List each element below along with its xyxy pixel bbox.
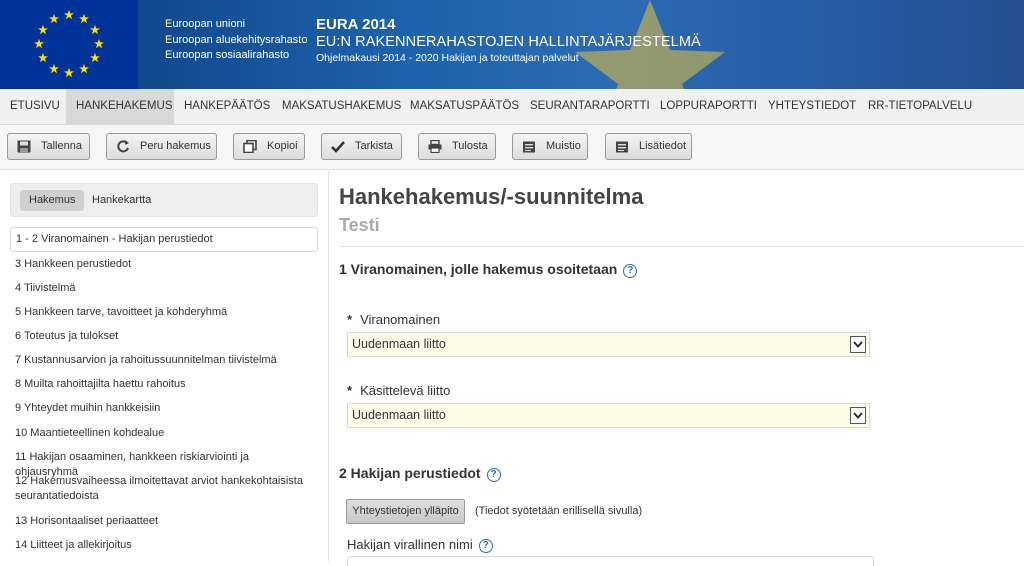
copy-button[interactable]: Kopioi [233, 133, 305, 160]
memo-label: Muistio [546, 140, 581, 152]
handler-select-value: Uudenmaan liitto [352, 408, 446, 422]
nav-maksatuspaatos[interactable]: MAKSATUSPÄÄTÖS [400, 89, 529, 125]
sidebar-item-8[interactable]: 8 Muilta rahoittajilta haettu rahoitus [10, 377, 318, 392]
section-1-title: 1 Viranomainen, jolle hakemus osoitetaan… [339, 261, 638, 278]
memo-button[interactable]: Muistio [512, 133, 588, 160]
system-branding: EURA 2014 EU:N RAKENNERAHASTOJEN HALLINT… [316, 16, 701, 65]
fund-erdf: Euroopan aluekehitysrahasto [165, 33, 308, 46]
sidebar-item-7[interactable]: 7 Kustannusarvion ja rahoitussuunnitelma… [10, 353, 318, 368]
sidebar-item-4[interactable]: 4 Tiivistelmä [10, 281, 318, 296]
nav-etusivu[interactable]: ETUSIVU [0, 89, 70, 125]
sidebar-item-10[interactable]: 10 Maantieteellinen kohdealue [10, 426, 318, 441]
cancel-application-button[interactable]: Peru hakemus [106, 133, 217, 160]
save-label: Tallenna [41, 140, 82, 152]
section-2-label: 2 Hakijan perustiedot [339, 465, 481, 481]
contact-note: (Tiedot syötetään erillisellä sivulla) [475, 505, 643, 517]
official-name-input[interactable] [347, 556, 874, 566]
handler-label: * Käsittelevä liitto [347, 383, 450, 398]
main-content: Hankehakemus/-suunnitelma Testi 1 Virano… [330, 171, 1024, 566]
printer-icon [428, 140, 442, 153]
authority-label: * Viranomainen [347, 312, 440, 327]
handler-label-text: Käsittelevä liitto [360, 383, 451, 398]
chevron-down-icon[interactable] [850, 407, 866, 424]
page-subtitle: Testi [339, 215, 380, 235]
required-marker: * [347, 312, 353, 327]
contact-info-button[interactable]: Yhteystietojen ylläpito [346, 499, 465, 524]
help-icon[interactable]: ? [478, 539, 493, 553]
notepad-icon [523, 141, 535, 153]
authority-select-value: Uudenmaan liitto [352, 337, 446, 351]
nav-rr-tietopalvelu[interactable]: RR-TIETOPALVELU [858, 89, 982, 125]
cancel-application-label: Peru hakemus [140, 140, 211, 152]
sidebar-item-14[interactable]: 14 Liitteet ja allekirjoitus [10, 538, 318, 553]
sidebar-item-6[interactable]: 6 Toteutus ja tulokset [10, 329, 318, 344]
tab-hankekartta[interactable]: Hankekartta [83, 190, 160, 211]
system-subtitle: Ohjelmakausi 2014 - 2020 Hakijan ja tote… [316, 52, 579, 64]
funds-list: Euroopan unioni Euroopan aluekehitysraha… [165, 17, 307, 64]
sidebar-item-5[interactable]: 5 Hankkeen tarve, tavoitteet ja kohderyh… [10, 305, 318, 320]
action-toolbar: Tallenna Peru hakemus Kopioi Tarkista Tu… [0, 125, 1024, 170]
check-label: Tarkista [355, 140, 393, 152]
main-nav: ETUSIVU HANKEHAKEMUS HANKEPÄÄTÖS MAKSATU… [0, 89, 1024, 125]
authority-label-text: Viranomainen [360, 312, 441, 327]
sidebar-item-12[interactable]: 12 Hakemusvaiheessa ilmoitettavat arviot… [10, 474, 318, 504]
sidebar-tabs: Hakemus Hankekartta [10, 183, 318, 217]
additional-info-button[interactable]: Lisätiedot [605, 133, 692, 160]
floppy-disk-icon [17, 140, 31, 153]
additional-info-label: Lisätiedot [639, 140, 687, 152]
app-header: Euroopan unioni Euroopan aluekehitysraha… [0, 0, 1024, 89]
nav-hankehakemus[interactable]: HANKEHAKEMUS [66, 89, 174, 125]
page-title: Hankehakemus/-suunnitelma [339, 184, 644, 209]
sidebar-item-3[interactable]: 3 Hankkeen perustiedot [10, 257, 318, 272]
system-title: EU:N RAKENNERAHASTOJEN HALLINTAJÄRJESTEL… [316, 34, 701, 50]
eu-flag-logo [0, 0, 138, 89]
check-button[interactable]: Tarkista [321, 133, 402, 160]
print-button[interactable]: Tulosta [418, 133, 496, 160]
copy-icon [243, 140, 257, 153]
notepad-icon [616, 141, 628, 153]
nav-loppuraportti[interactable]: LOPPURAPORTTI [650, 89, 767, 125]
checkmark-icon [331, 141, 345, 153]
required-marker: * [347, 383, 353, 398]
handler-select[interactable]: Uudenmaan liitto [347, 403, 870, 428]
nav-maksatushakemus[interactable]: MAKSATUSHAKEMUS [272, 89, 411, 125]
chevron-down-icon[interactable] [850, 336, 866, 353]
sidebar-item-1-2[interactable]: 1 - 2 Viranomainen - Hakijan perustiedot [10, 227, 318, 252]
application-sidebar: Hakemus Hankekartta 1 - 2 Viranomainen -… [0, 171, 329, 561]
fund-eu: Euroopan unioni [165, 18, 246, 30]
copy-label: Kopioi [267, 140, 298, 152]
refresh-icon [117, 140, 129, 153]
help-icon[interactable]: ? [486, 468, 501, 482]
section-2-title: 2 Hakijan perustiedot? [339, 465, 501, 482]
save-button[interactable]: Tallenna [7, 133, 90, 160]
fund-esf: Euroopan sosiaalirahasto [165, 49, 290, 61]
sidebar-item-9[interactable]: 9 Yhteydet muihin hankkeisiin [10, 401, 318, 416]
help-icon[interactable]: ? [623, 264, 638, 278]
title-divider [339, 246, 1024, 247]
print-label: Tulosta [452, 140, 488, 152]
official-name-label: Hakijan virallinen nimi? [347, 537, 493, 553]
system-name: EURA 2014 [316, 16, 396, 33]
sidebar-item-12-line1: 12 Hakemusvaiheessa ilmoitettavat arviot… [15, 475, 303, 487]
authority-select[interactable]: Uudenmaan liitto [347, 332, 870, 357]
section-1-label: 1 Viranomainen, jolle hakemus osoitetaan [339, 261, 618, 277]
tab-hakemus[interactable]: Hakemus [20, 190, 85, 211]
nav-hankepaatos[interactable]: HANKEPÄÄTÖS [174, 89, 280, 125]
sidebar-item-12-line2: seurantatiedoista [15, 490, 99, 502]
sidebar-item-13[interactable]: 13 Horisontaaliset periaatteet [10, 514, 318, 529]
nav-yhteystiedot[interactable]: YHTEYSTIEDOT [758, 89, 866, 125]
official-name-label-text: Hakijan virallinen nimi [347, 537, 473, 552]
nav-seurantaraportti[interactable]: SEURANTARAPORTTI [520, 89, 660, 125]
